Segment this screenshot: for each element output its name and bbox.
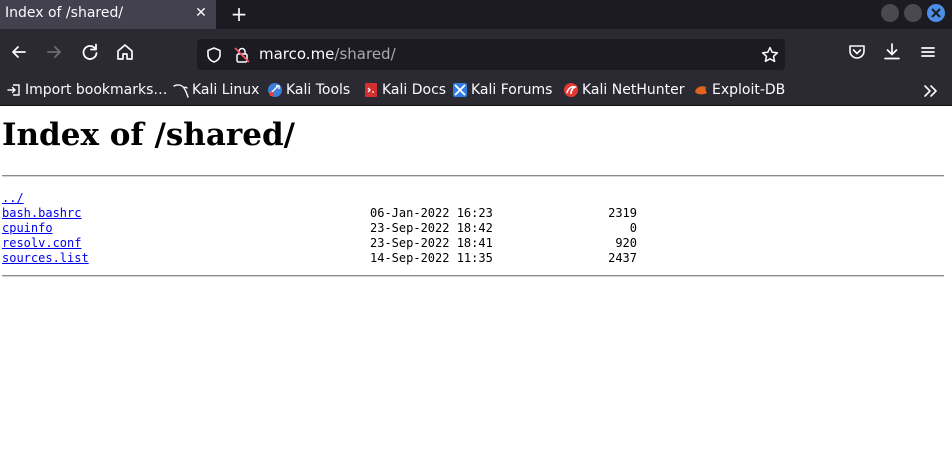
file-link[interactable]: bash.bashrc bbox=[2, 206, 81, 221]
menu-button[interactable] bbox=[917, 41, 939, 63]
file-size: 0 bbox=[629, 221, 637, 235]
list-item: bash.bashrc 06-Jan-2022 16:23 2319 bbox=[2, 206, 702, 221]
import-icon bbox=[7, 84, 20, 96]
file-link[interactable]: sources.list bbox=[2, 251, 89, 266]
hamburger-menu-icon bbox=[921, 47, 935, 57]
list-item-parent: ../ bbox=[2, 191, 702, 206]
new-tab-button[interactable]: + bbox=[228, 3, 250, 25]
arrow-right-icon bbox=[47, 46, 61, 58]
back-button[interactable] bbox=[8, 41, 30, 63]
close-icon bbox=[931, 8, 941, 18]
file-size: 2437 bbox=[608, 251, 637, 265]
bookmark-label: Kali Tools bbox=[286, 82, 351, 98]
pocket-button[interactable] bbox=[846, 41, 868, 63]
bookmark-label: Kali Docs bbox=[382, 82, 447, 98]
url-text[interactable]: marco.me/shared/ bbox=[259, 45, 396, 63]
bookmark-label: Kali Linux bbox=[192, 82, 260, 98]
bookmark-label: Kali Forums bbox=[471, 82, 553, 98]
kali-forums-icon bbox=[453, 83, 467, 97]
bookmark-label: Import bookmarks… bbox=[25, 82, 168, 98]
kali-tools-icon bbox=[268, 83, 282, 97]
url-path: /shared/ bbox=[334, 45, 396, 63]
tab-title: Index of /shared/ bbox=[5, 5, 124, 21]
file-date: 14-Sep-2022 11:35 bbox=[370, 251, 493, 265]
file-date: 23-Sep-2022 18:41 bbox=[370, 236, 493, 250]
kali-docs-icon bbox=[365, 83, 377, 97]
parent-directory-link[interactable]: ../ bbox=[2, 191, 24, 206]
pocket-icon bbox=[849, 45, 865, 59]
tab-strip: Index of /shared/ ✕ + bbox=[0, 0, 952, 29]
file-link[interactable]: cpuinfo bbox=[2, 221, 53, 236]
divider-top bbox=[2, 175, 944, 177]
chevron-double-right-icon[interactable] bbox=[922, 82, 940, 100]
list-item: sources.list 14-Sep-2022 11:35 2437 bbox=[2, 251, 702, 266]
bookmark-label: Kali NetHunter bbox=[582, 82, 685, 98]
tab-close-icon[interactable]: ✕ bbox=[192, 4, 210, 22]
tab-active[interactable]: Index of /shared/ ✕ bbox=[0, 0, 216, 29]
page-content: Index of /shared/ ../ bash.bashrc 06-Jan… bbox=[0, 107, 952, 470]
download-icon bbox=[884, 43, 900, 60]
shield-icon[interactable] bbox=[205, 46, 223, 64]
downloads-button[interactable] bbox=[881, 41, 903, 63]
file-link[interactable]: resolv.conf bbox=[2, 236, 81, 251]
file-size: 920 bbox=[615, 236, 637, 250]
url-host: marco.me bbox=[259, 45, 335, 63]
insecure-lock-icon[interactable] bbox=[233, 46, 251, 64]
window-maximize-button[interactable] bbox=[904, 4, 922, 22]
url-bar[interactable]: marco.me/shared/ bbox=[197, 39, 785, 70]
directory-listing: ../ bash.bashrc 06-Jan-2022 16:23 2319 c… bbox=[2, 191, 702, 266]
file-size: 2319 bbox=[608, 206, 637, 220]
arrow-left-icon bbox=[12, 46, 26, 58]
file-date: 06-Jan-2022 16:23 bbox=[370, 206, 493, 220]
home-icon bbox=[117, 44, 133, 60]
divider-bottom bbox=[2, 275, 944, 277]
kali-nethunter-icon bbox=[564, 83, 578, 97]
home-button[interactable] bbox=[114, 41, 136, 63]
list-item: resolv.conf 23-Sep-2022 18:41 920 bbox=[2, 236, 702, 251]
bookmark-label: Exploit-DB bbox=[712, 82, 786, 98]
reload-button[interactable] bbox=[79, 41, 101, 63]
forward-button[interactable] bbox=[43, 41, 65, 63]
file-date: 23-Sep-2022 18:42 bbox=[370, 221, 493, 235]
nav-toolbar: marco.me/shared/ bbox=[0, 29, 952, 74]
reload-icon bbox=[82, 43, 98, 60]
kali-dragon-icon bbox=[173, 84, 189, 98]
window-close-button[interactable] bbox=[927, 4, 945, 22]
bookmark-star-icon[interactable] bbox=[760, 45, 780, 65]
list-item: cpuinfo 23-Sep-2022 18:42 0 bbox=[2, 221, 702, 236]
window-minimize-button[interactable] bbox=[881, 4, 899, 22]
page-title: Index of /shared/ bbox=[2, 117, 295, 153]
bookmarks-toolbar: Import bookmarks… Kali Linux Kali Tools … bbox=[0, 74, 952, 106]
exploit-db-icon bbox=[695, 86, 707, 95]
